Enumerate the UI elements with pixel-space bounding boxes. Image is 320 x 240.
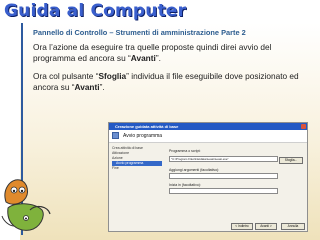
- decorative-characters: [1, 179, 51, 231]
- paragraph-text: Ora col pulsante “: [33, 71, 99, 81]
- bold-keyword: Avanti: [74, 82, 100, 93]
- cancel-button[interactable]: Annulla: [281, 223, 305, 230]
- slide-title: Guida al Computer: [4, 1, 187, 21]
- character-pupil: [20, 189, 24, 193]
- wizard-heading: Avvio programma: [123, 133, 163, 139]
- character-pupil: [25, 217, 27, 220]
- browse-button[interactable]: Sfoglia...: [279, 157, 303, 164]
- arguments-field[interactable]: [169, 173, 278, 179]
- program-label: Programma o script:: [169, 149, 201, 153]
- start-in-field[interactable]: [169, 188, 278, 194]
- wizard-screenshot: Creazione guidata attività di base Avvio…: [108, 122, 308, 232]
- instruction-paragraph-1: Ora l’azione da eseguire tra quelle prop…: [33, 42, 313, 64]
- wizard-steps: Crea attività di base Attivazione Azione…: [112, 146, 162, 171]
- arguments-label: Aggiungi argomenti (facoltativo):: [169, 168, 220, 172]
- app-icon: [112, 132, 119, 139]
- instruction-paragraph-2: Ora col pulsante “Sfoglia” individua il …: [33, 71, 313, 93]
- start-in-label: Inizia in (facoltativo):: [169, 183, 201, 187]
- wizard-window-title: Creazione guidata attività di base: [115, 124, 179, 129]
- slide-subtitle: Pannello di Controllo – Strumenti di amm…: [33, 28, 246, 37]
- program-path-field[interactable]: "C:\Program Files\Netdata\Leasi\Leasi.ex…: [169, 156, 278, 162]
- wizard-titlebar: Creazione guidata attività di base: [109, 123, 307, 130]
- bold-keyword: Avanti: [130, 53, 156, 64]
- back-button[interactable]: < Indietro: [231, 223, 253, 230]
- wizard-step[interactable]: Fine: [112, 166, 162, 171]
- next-button[interactable]: Avanti >: [255, 223, 277, 230]
- character-pupil: [12, 189, 16, 193]
- bold-keyword: Sfoglia: [98, 71, 127, 81]
- paragraph-text: ”.: [99, 82, 105, 93]
- close-icon[interactable]: [301, 124, 306, 129]
- wizard-header: Avvio programma: [109, 130, 307, 143]
- paragraph-text: ”.: [155, 53, 161, 64]
